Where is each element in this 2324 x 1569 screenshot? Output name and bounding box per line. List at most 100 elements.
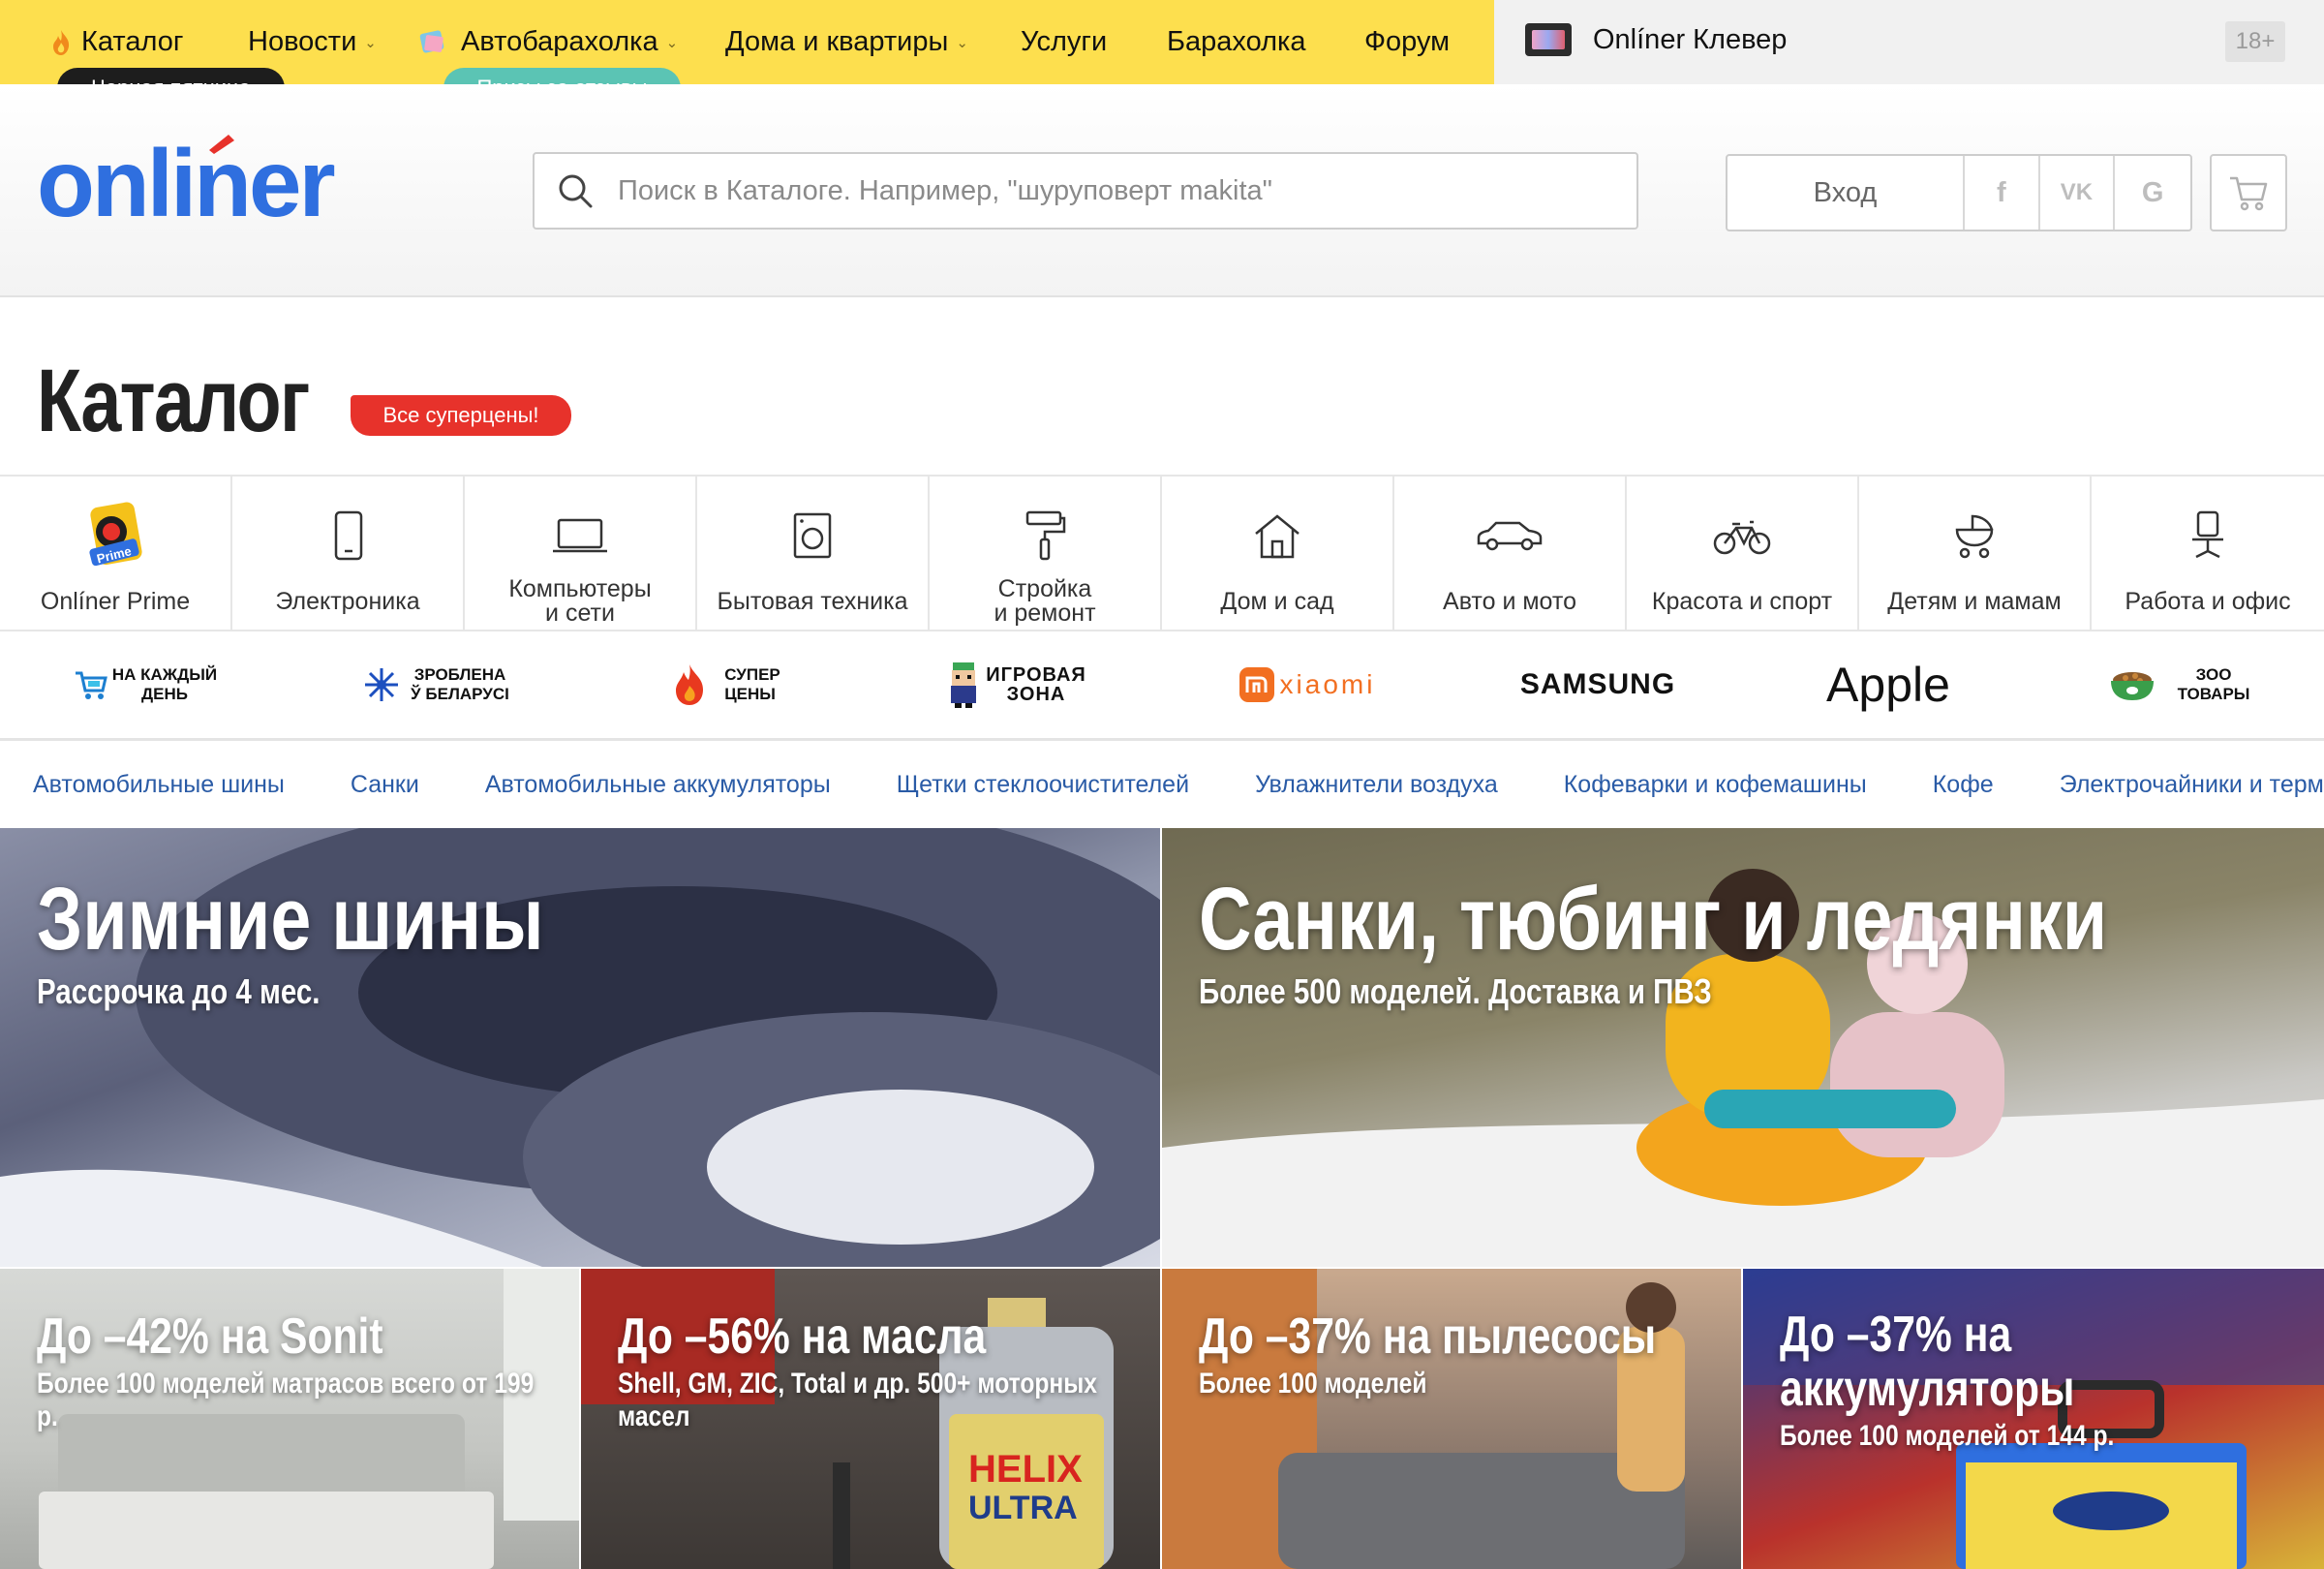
cart-icon: [75, 671, 107, 699]
quick-link[interactable]: Автомобильные аккумуляторы: [485, 771, 831, 799]
banner-subtitle: Shell, GM, ZIC, Total и др. 500+ моторны…: [618, 1368, 1097, 1432]
brand-promo-row: НА КАЖДЫЙ ДЕНЬ ЗРОБЛЕНА Ў БЕЛАРУСІ СУПЕР…: [0, 631, 2324, 741]
bicycle-icon: [1713, 521, 1771, 555]
banner-subtitle: Более 500 моделей. Доставка и ПВЗ: [1199, 971, 1712, 1011]
banner-motor-oils[interactable]: HELIX ULTRA До –56% на масла Shell, GM, …: [581, 1269, 1160, 1569]
promo-label: НА КАЖДЫЙ ДЕНЬ: [111, 665, 218, 703]
laptop-icon: [553, 519, 607, 553]
category-auto-moto[interactable]: Авто и мото: [1394, 477, 1627, 630]
chevron-down-icon: ⌄: [665, 34, 679, 51]
paint-roller-icon: [1025, 511, 1066, 561]
clever-label: Onlíner Клевер: [1593, 23, 1788, 55]
quick-link[interactable]: Кофеварки и кофемашины: [1564, 771, 1867, 799]
facebook-icon: f: [1996, 176, 2006, 208]
quick-link[interactable]: Санки: [351, 771, 419, 799]
banner-title: До –37% на пылесосы: [1199, 1308, 1657, 1365]
promo-super-prices[interactable]: СУПЕР ЦЕНЫ: [581, 631, 872, 738]
category-beauty-sport[interactable]: Красота и спорт: [1627, 477, 1859, 630]
topnav-label-forum: Форум: [1364, 26, 1451, 57]
topnav-label-news: Новости: [248, 26, 357, 57]
quick-link[interactable]: Щетки стеклоочистителей: [897, 771, 1189, 799]
category-onliner-prime[interactable]: Prime Onlíner Prime: [0, 477, 232, 630]
brand-label: xiaomi: [1279, 669, 1376, 699]
apple-logo: Apple: [1826, 658, 1950, 712]
clever-link[interactable]: Onlíner Клевер: [1525, 23, 1787, 56]
catalog-search[interactable]: [533, 152, 1638, 230]
banner-sleds[interactable]: Санки, тюбинг и ледянки Более 500 моделе…: [1162, 828, 2324, 1267]
quick-link[interactable]: Автомобильные шины: [33, 771, 285, 799]
category-label: Компьютеры и сети: [508, 575, 652, 628]
snowflake-icon: [365, 668, 399, 701]
category-appliances[interactable]: Бытовая техника: [697, 477, 930, 630]
age-rating-badge: 18+: [2225, 21, 2285, 62]
phone-icon: [334, 511, 363, 561]
clever-logo-icon: [1525, 23, 1572, 56]
cart-icon: [2230, 176, 2268, 211]
search-input[interactable]: [616, 173, 1584, 208]
cart-button[interactable]: [2210, 154, 2287, 231]
topnav-label-realty: Дома и квартиры: [725, 26, 949, 57]
topnav-item-services[interactable]: Услуги: [1021, 0, 1107, 84]
brand-xiaomi[interactable]: xiaomi: [1162, 631, 1452, 738]
category-label: Электроника: [275, 587, 420, 615]
quick-link[interactable]: Увлажнители воздуха: [1255, 771, 1498, 799]
topnav-label-services: Услуги: [1021, 26, 1108, 57]
vk-icon: vk: [2060, 179, 2094, 205]
pet-bowl-icon: [2110, 672, 2154, 700]
promo-pet-goods[interactable]: ЗОО ТОВАРЫ: [2034, 631, 2324, 738]
category-home-garden[interactable]: Дом и сад: [1162, 477, 1394, 630]
category-work-office[interactable]: Работа и офис: [2092, 477, 2324, 630]
quick-link[interactable]: Электрочайники и термопоты: [2060, 771, 2324, 799]
banner-car-batteries[interactable]: До –37% на аккумуляторы Более 100 моделе…: [1743, 1269, 2324, 1569]
promo-label: ЗОО ТОВАРЫ: [2177, 665, 2250, 703]
stroller-icon: [1955, 515, 1994, 559]
login-button[interactable]: Вход: [1728, 156, 1965, 230]
quick-link[interactable]: Кофе: [1933, 771, 1994, 799]
banner-title: До –42% на Sonit: [37, 1308, 383, 1365]
washer-icon: [793, 513, 832, 559]
promo-gaming-zone[interactable]: ИГРОВАЯ ЗОНА: [872, 631, 1162, 738]
brand-apple[interactable]: Apple: [1743, 631, 2034, 738]
page-title: Каталог: [37, 352, 310, 450]
google-icon: G: [2141, 176, 2164, 208]
banner-subtitle: Более 100 моделей от 144 р.: [1780, 1420, 2115, 1452]
category-label: Работа и офис: [2125, 587, 2291, 615]
promo-everyday[interactable]: НА КАЖДЫЙ ДЕНЬ: [0, 631, 290, 738]
svg-text:HELIX: HELIX: [968, 1448, 1083, 1491]
banner-subtitle: Более 100 моделей: [1199, 1368, 1427, 1400]
category-repair[interactable]: Стройка и ремонт: [930, 477, 1162, 630]
chevron-down-icon: ⌄: [364, 34, 377, 51]
onliner-logo[interactable]: onliner: [37, 133, 395, 230]
category-label: Стройка и ремонт: [994, 575, 1096, 628]
category-electronics[interactable]: Электроника: [232, 477, 465, 630]
topnav-item-baraholka[interactable]: Барахолка: [1167, 0, 1305, 84]
google-login-button[interactable]: G: [2115, 156, 2190, 230]
vk-login-button[interactable]: vk: [2040, 156, 2116, 230]
site-header: onliner Вход f vk G: [0, 84, 2324, 297]
banner-vacuum-cleaners[interactable]: До –37% на пылесосы Более 100 моделей: [1162, 1269, 1741, 1569]
banner-title: До –37% на аккумуляторы: [1780, 1307, 2075, 1417]
promo-made-in-belarus[interactable]: ЗРОБЛЕНА Ў БЕЛАРУСІ: [290, 631, 581, 738]
topnav-label-baraholka: Барахолка: [1167, 26, 1306, 57]
facebook-login-button[interactable]: f: [1965, 156, 2040, 230]
category-row: Prime Onlíner Prime Электроника Компьюте…: [0, 475, 2324, 631]
banner-subtitle: Более 100 моделей матрасов всего от 199 …: [37, 1368, 535, 1432]
logo-text: onliner: [37, 133, 335, 230]
banner-winter-tires[interactable]: Зимние шины Рассрочка до 4 мес.: [0, 828, 1160, 1267]
category-label: Дом и сад: [1220, 587, 1334, 615]
topnav-label-autobaraholka: Автобарахолка: [461, 26, 658, 57]
popular-links-bar: Автомобильные шины Санки Автомобильные а…: [0, 741, 2324, 828]
gamer-icon: [951, 662, 977, 708]
promo-label: ИГРОВАЯ ЗОНА: [986, 664, 1086, 705]
all-superprices-tag[interactable]: Все суперцены!: [351, 395, 571, 436]
banner-sonit-mattresses[interactable]: До –42% на Sonit Более 100 моделей матра…: [0, 1269, 579, 1569]
category-label: Детям и мамам: [1887, 587, 2062, 615]
topnav-item-realty[interactable]: Дома и квартиры ⌄: [725, 0, 968, 84]
sticker-icon: [419, 29, 444, 53]
topnav-item-forum[interactable]: Форум: [1364, 0, 1450, 84]
promo-label: ЗРОБЛЕНА Ў БЕЛАРУСІ: [411, 665, 509, 703]
banner-subtitle: Рассрочка до 4 мес.: [37, 971, 321, 1011]
category-kids[interactable]: Детям и мамам: [1859, 477, 2092, 630]
category-computers[interactable]: Компьютеры и сети: [465, 477, 697, 630]
brand-samsung[interactable]: SAMSUNG: [1452, 631, 1743, 738]
